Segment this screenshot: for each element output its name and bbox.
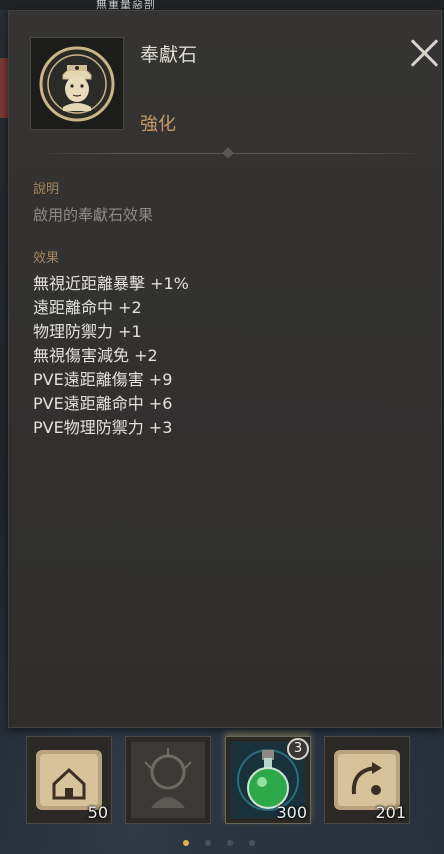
quick-slot-4[interactable]: 201 — [324, 736, 410, 824]
top-status-strip: 無重量惡剖 — [0, 0, 444, 11]
quick-slot-1[interactable]: 50 — [26, 736, 112, 824]
description-text: 啟用的奉獻石效果 — [33, 206, 154, 224]
quick-slot-2[interactable] — [125, 736, 211, 824]
locked-skill-icon — [131, 742, 205, 818]
left-side-tab — [0, 58, 8, 118]
page-indicator — [0, 838, 444, 848]
page-dot[interactable] — [249, 840, 255, 846]
divider-ornament — [222, 147, 234, 159]
item-tooltip-panel: 奉獻石 強化 說明 啟用的奉獻石效果 效果 無視近距離暴擊 +1% 遠距離命中 … — [8, 10, 442, 728]
offering-stone-icon — [39, 46, 115, 122]
page-dot-active[interactable] — [183, 840, 189, 846]
close-button[interactable] — [408, 36, 442, 70]
effect-item: PVE物理防禦力 +3 — [33, 418, 173, 437]
effect-item: 物理防禦力 +1 — [33, 322, 142, 341]
effects-label: 效果 — [33, 251, 60, 266]
effect-item: PVE遠距離傷害 +9 — [33, 370, 173, 389]
effect-item: 無視傷害減免 +2 — [33, 346, 158, 365]
item-grade: 強化 — [140, 114, 176, 135]
slot-count: 201 — [375, 803, 406, 822]
quick-slot-3[interactable]: 3 300 — [225, 736, 311, 824]
effects-list: 無視近距離暴擊 +1% 遠距離命中 +2 物理防禦力 +1 無視傷害減免 +2 … — [33, 272, 189, 440]
effect-item: PVE遠距離命中 +6 — [33, 394, 173, 413]
effect-item: 遠距離命中 +2 — [33, 298, 142, 317]
slot-count: 300 — [276, 803, 307, 822]
item-name: 奉獻石 — [140, 44, 198, 66]
slot-count: 50 — [87, 803, 108, 822]
item-icon-frame — [30, 37, 124, 130]
description-label: 說明 — [33, 182, 60, 197]
quick-slot-bar: 50 3 300 201 — [0, 730, 444, 854]
page-dot[interactable] — [227, 840, 233, 846]
effect-item: 無視近距離暴擊 +1% — [33, 274, 189, 293]
slot-badge: 3 — [287, 738, 309, 760]
page-dot[interactable] — [205, 840, 211, 846]
